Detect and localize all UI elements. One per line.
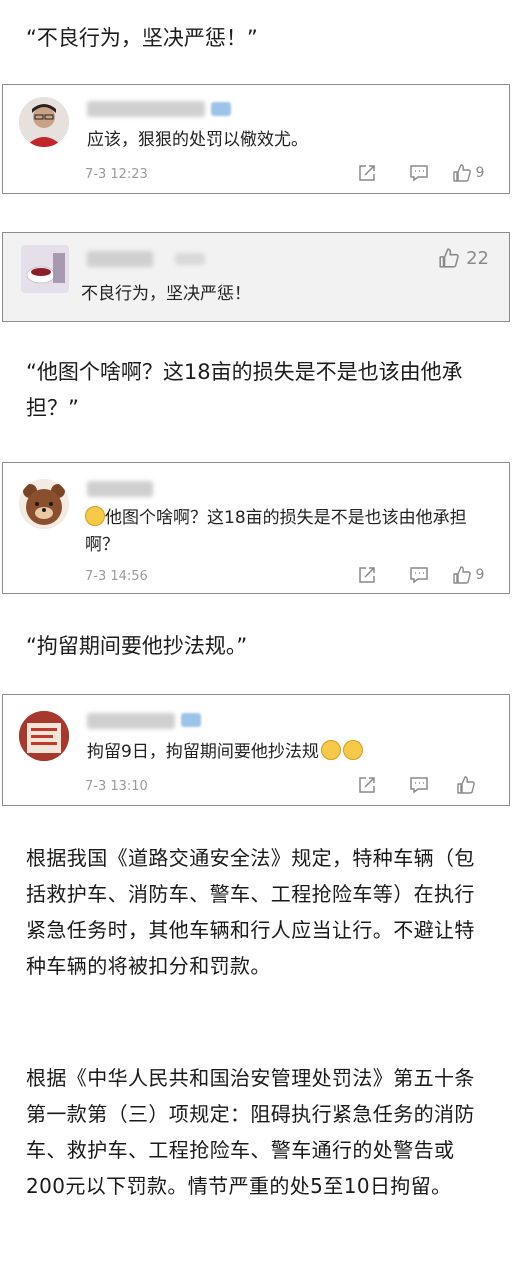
comment-text: 应该，狠狠的处罚以儆效尤。: [87, 130, 308, 150]
comment-button[interactable]: [393, 775, 445, 795]
avatar[interactable]: [19, 479, 69, 529]
user-badge: [211, 102, 231, 116]
avatar-image: [19, 97, 69, 147]
username-blurred[interactable]: [87, 481, 153, 497]
comment-button[interactable]: [393, 163, 445, 183]
comment-text-wrap: 拘留9日，拘留期间要他抄法规: [87, 739, 495, 766]
share-icon: [359, 777, 375, 793]
comment-card-1: 应该，狠狠的处罚以儆效尤。 7-3 12:23 9: [2, 84, 510, 194]
share-button[interactable]: [341, 163, 393, 183]
avatar[interactable]: [21, 245, 69, 293]
comment-card-3: 他图个啥啊？这18亩的损失是不是也该由他承担啊？ 7-3 14:56 9: [2, 462, 510, 594]
avatar-image: [21, 245, 69, 293]
comment-card-2: 22 不良行为，坚决严惩！: [2, 232, 510, 322]
like-icon: [457, 776, 475, 794]
like-icon: [439, 248, 459, 268]
like-button[interactable]: 22: [438, 247, 489, 269]
share-icon: [359, 165, 375, 181]
avatar-image: [19, 479, 69, 529]
share-button[interactable]: [341, 775, 393, 795]
avatar-image: [19, 711, 69, 761]
like-count: 9: [475, 567, 485, 583]
like-button[interactable]: 9: [445, 565, 491, 585]
like-count: 22: [466, 247, 489, 269]
quote-heading-1: “不良行为，坚决严惩！”: [26, 26, 258, 50]
avatar[interactable]: [19, 711, 69, 761]
comment-time: 7-3 13:10: [85, 779, 148, 794]
comment-button[interactable]: [393, 565, 445, 585]
like-count: 9: [475, 165, 485, 181]
quote-heading-2: “他图个啥啊？这18亩的损失是不是也该由他承担？”: [26, 360, 463, 420]
user-badge: [181, 713, 201, 727]
comment-actions: 9: [341, 163, 491, 183]
comment-card-4: 拘留9日，拘留期间要他抄法规 7-3 13:10: [2, 694, 510, 806]
comment-time: 7-3 14:56: [85, 569, 148, 584]
comment-icon: [410, 777, 428, 794]
like-icon: [452, 566, 471, 584]
comment-text: 拘留9日，拘留期间要他抄法规: [87, 742, 319, 762]
comment-actions: 9: [341, 565, 491, 585]
comment-icon: [410, 165, 428, 182]
username-blurred[interactable]: [87, 713, 175, 729]
like-button[interactable]: [445, 775, 491, 795]
username-blurred[interactable]: [87, 101, 205, 117]
article-paragraph-2: 根据《中华人民共和国治安管理处罚法》第五十条第一款第（三）项规定：阻碍执行紧急任…: [26, 1066, 475, 1198]
comment-text: 他图个啥啊？这18亩的损失是不是也该由他承担啊？: [85, 508, 467, 555]
comment-text: 不良行为，坚决严惩！: [81, 284, 251, 304]
comment-icon: [410, 567, 428, 584]
avatar[interactable]: [19, 97, 69, 147]
share-button[interactable]: [341, 565, 393, 585]
comment-text-wrap: 他图个啥啊？这18亩的损失是不是也该由他承担啊？: [85, 505, 495, 559]
user-tag-blurred: [175, 253, 205, 265]
like-icon: [452, 164, 471, 182]
username-blurred[interactable]: [87, 251, 153, 267]
laugh-emoji-icon: [85, 506, 105, 526]
quote-heading-3: “拘留期间要他抄法规。”: [26, 634, 248, 658]
comment-actions: [341, 775, 491, 795]
share-icon: [359, 567, 375, 583]
grin-emoji-icon: [342, 740, 363, 760]
grin-emoji-icon: [320, 740, 341, 760]
comment-time: 7-3 12:23: [85, 167, 148, 182]
article-paragraph-1: 根据我国《道路交通安全法》规定，特种车辆（包括救护车、消防车、警车、工程抢险车等…: [26, 846, 475, 978]
like-button[interactable]: 9: [445, 163, 491, 183]
